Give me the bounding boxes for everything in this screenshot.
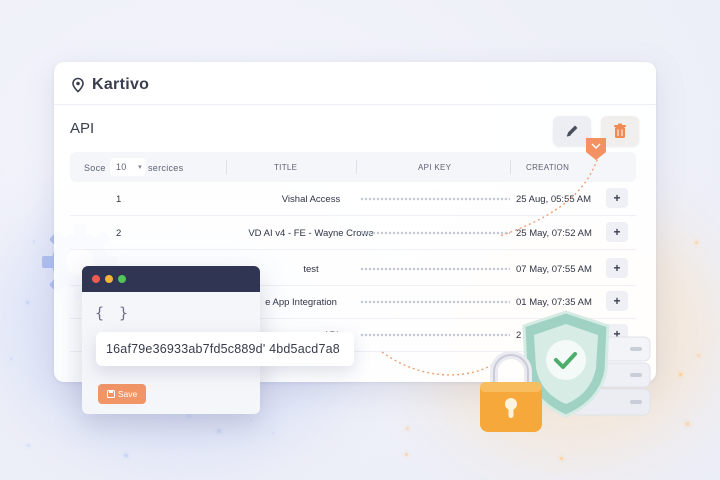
sparkle-dot [250, 419, 252, 422]
brand-name: Kartivo [92, 76, 150, 93]
masked-api-key [360, 267, 510, 271]
add-button[interactable]: + [606, 324, 628, 344]
column-divider [226, 160, 227, 174]
code-braces: { } [95, 304, 132, 322]
trash-icon [614, 123, 626, 138]
sparkle-dot [271, 431, 274, 435]
services-label: sercices [148, 163, 184, 173]
sparkle-dot [10, 358, 12, 361]
pencil-icon [566, 125, 578, 137]
save-button[interactable]: Save [98, 384, 146, 404]
sparkle-dot [697, 354, 700, 357]
sparkle-dot [685, 422, 690, 426]
row-number: 1 [116, 194, 122, 205]
masked-api-key [360, 333, 510, 337]
column-divider [510, 160, 511, 174]
sparkle-dot [25, 301, 29, 305]
floppy-disk-icon [106, 390, 115, 398]
sparkle-dot [32, 240, 35, 243]
close-dot-icon[interactable] [92, 275, 100, 283]
sparkle-dot [679, 373, 682, 376]
page-size-value: 10 [116, 162, 127, 172]
window-title-bar [82, 266, 260, 292]
sparkle-dot [217, 429, 222, 434]
sparkle-dot [530, 425, 534, 429]
location-pin-icon [72, 77, 84, 93]
maximize-dot-icon[interactable] [118, 275, 126, 283]
column-header-api-key: API KEY [418, 163, 452, 172]
page-size-select[interactable]: 10 ▾ [110, 158, 146, 176]
sparkle-dot [559, 457, 563, 461]
save-label: Save [117, 389, 138, 399]
masked-api-key [360, 231, 510, 235]
add-button[interactable]: + [606, 291, 628, 311]
add-button[interactable]: + [606, 222, 628, 242]
delete-button[interactable] [601, 116, 639, 146]
row-creation-date: 25 May, 07:52 AM [516, 228, 592, 239]
sparkle-dot [404, 452, 408, 456]
sparkle-dot [187, 414, 191, 418]
add-button[interactable]: + [606, 258, 628, 278]
column-header-creation: CREATION [526, 163, 570, 172]
edit-button[interactable] [553, 116, 591, 146]
column-header-title: TITLE [274, 163, 298, 172]
sparkle-dot [528, 423, 532, 426]
table-header: Soce 10 ▾ sercices TITLE API KEY CREATIO… [70, 152, 636, 182]
sparkle-dot [124, 453, 128, 458]
row-creation-date: 2 [516, 330, 522, 341]
api-key-field[interactable]: 16af79e36933ab7fd5c889d' 4bd5acd7a8 [96, 332, 354, 366]
table-row[interactable]: 2 VD AI v4 - FE - Wayne Crowe 25 May, 07… [70, 216, 636, 250]
add-button[interactable]: + [606, 188, 628, 208]
header-divider [54, 104, 656, 105]
show-label: Soce [84, 163, 106, 173]
masked-api-key [360, 197, 510, 201]
sparkle-dot [695, 241, 698, 244]
chevron-down-icon: ▾ [138, 164, 142, 171]
row-creation-date: 25 Aug, 05:55 AM [516, 194, 592, 205]
row-creation-date: 01 May, 07:35 AM [516, 297, 592, 308]
page-title: API [70, 120, 95, 137]
row-number: 2 [116, 228, 122, 239]
row-creation-date: 07 May, 07:55 AM [516, 264, 592, 275]
column-divider [356, 160, 357, 174]
minimize-dot-icon[interactable] [105, 275, 113, 283]
sparkle-dot [26, 443, 31, 448]
masked-api-key [360, 300, 510, 304]
table-row[interactable]: 1 Vishal Access 25 Aug, 05:55 AM + [70, 182, 636, 216]
sparkle-dot [405, 427, 409, 431]
brand: Kartivo [70, 76, 149, 94]
